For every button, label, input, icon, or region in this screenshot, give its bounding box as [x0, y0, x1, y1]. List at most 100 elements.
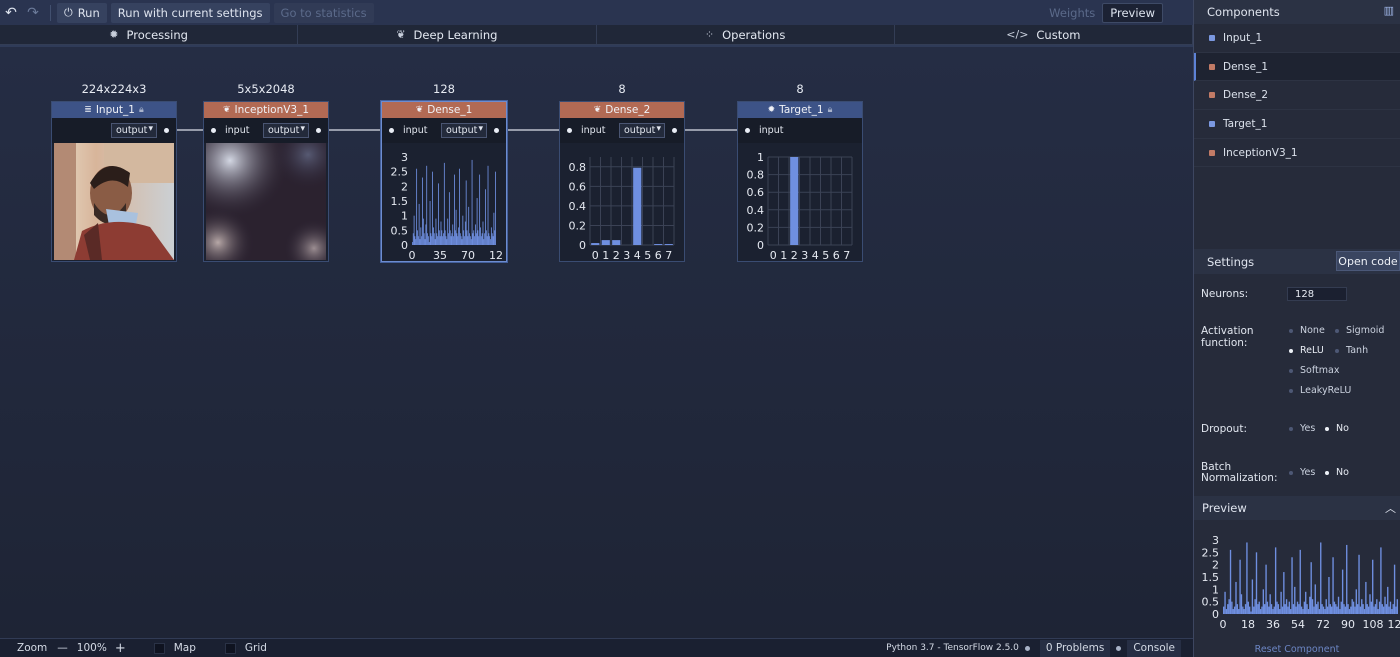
redo-icon[interactable]: ↷: [22, 3, 44, 23]
chart-bar: [1261, 606, 1263, 614]
x-tick-label: 0: [409, 249, 416, 260]
activation-softmax-radio[interactable]: Softmax: [1289, 365, 1339, 376]
output-port[interactable]: [316, 128, 321, 133]
output-port[interactable]: [164, 128, 169, 133]
tab-custom[interactable]: </> Custom: [894, 25, 1193, 45]
node-dense-1[interactable]: 128 ❦ Dense_1 input output 3 2.52 1.5 10.5 0…: [381, 82, 507, 262]
collapse-panel-icon[interactable]: ▥: [1384, 4, 1394, 17]
activation-label-line1: Activation: [1201, 325, 1254, 337]
node-title: Input_1: [95, 104, 135, 116]
chart-bar: [412, 242, 413, 245]
neurons-input[interactable]: 128: [1287, 287, 1347, 301]
preview-header[interactable]: Preview ︿: [1194, 496, 1400, 520]
node-title: Dense_2: [605, 104, 651, 116]
node-header[interactable]: ≣ Input_1 🔒︎: [52, 102, 176, 118]
chart-bar: [1287, 606, 1289, 614]
output-select[interactable]: output: [619, 123, 665, 138]
chevron-up-icon[interactable]: ︿: [1385, 500, 1396, 516]
console-button[interactable]: Console: [1127, 639, 1181, 657]
component-dense-1[interactable]: Dense_1: [1194, 52, 1400, 82]
chart-bar: [1313, 606, 1315, 614]
output-port[interactable]: [672, 128, 677, 133]
chart-bar: [1370, 601, 1373, 614]
node-header[interactable]: ❦ InceptionV3_1: [204, 102, 328, 118]
category-tabs: ✹ Processing ❦ Deep Learning ⁘ Operations <…: [0, 25, 1193, 45]
node-dimension: 224x224x3: [81, 82, 147, 96]
dropout-no-radio[interactable]: No: [1325, 423, 1349, 434]
input-port[interactable]: [567, 128, 572, 133]
activation-tanh-radio[interactable]: Tanh: [1335, 345, 1368, 356]
chart-bar: [465, 180, 467, 245]
output-port[interactable]: [494, 128, 499, 133]
chart-bar: [1310, 562, 1312, 614]
map-checkbox[interactable]: [153, 642, 165, 654]
node-target-1[interactable]: 8 ✹ Target_1 🔒︎ input 1 0.8 0.6 0.4 0.2 0 0 1 2 3…: [737, 82, 863, 262]
open-code-button[interactable]: Open code: [1336, 251, 1400, 271]
x-tick-label: 3: [801, 249, 808, 260]
node-inceptionv3-1[interactable]: 5x5x2048 ❦ InceptionV3_1 input output: [203, 82, 329, 262]
input-port[interactable]: [211, 128, 216, 133]
output-select[interactable]: output: [441, 123, 487, 138]
component-inceptionv3-1[interactable]: InceptionV3_1: [1194, 139, 1400, 168]
chart-bar: [449, 230, 451, 245]
chart-bar: [493, 212, 495, 245]
batchnorm-no-radio[interactable]: No: [1325, 467, 1349, 478]
chart-bar: [1356, 604, 1359, 614]
run-with-current-settings-button[interactable]: Run with current settings: [110, 2, 270, 23]
node-ports: input output: [560, 118, 684, 143]
output-select[interactable]: output: [111, 123, 157, 138]
map-toggle[interactable]: Map: [153, 642, 196, 654]
chart-bar: [448, 192, 450, 245]
undo-icon[interactable]: ↶: [0, 3, 22, 23]
node-header[interactable]: ✹ Target_1 🔒︎: [738, 102, 862, 118]
preview-button[interactable]: Preview: [1102, 2, 1163, 23]
node-dense-2[interactable]: 8 ❦ Dense_2 input output 0.80.60.40.2001…: [559, 82, 685, 262]
tab-processing[interactable]: ✹ Processing: [0, 25, 299, 45]
problems-button[interactable]: 0 Problems: [1039, 639, 1111, 657]
input-port[interactable]: [745, 128, 750, 133]
activation-sigmoid-radio[interactable]: Sigmoid: [1335, 325, 1384, 336]
radio-dot: [1289, 368, 1293, 373]
grid-checkbox[interactable]: [224, 642, 236, 654]
component-label: Dense_1: [1223, 60, 1269, 73]
weights-label: Weights: [1049, 5, 1096, 20]
node-input-1[interactable]: 224x224x3 ≣ Input_1 🔒︎ output: [51, 82, 177, 262]
gear-icon: ✹: [109, 28, 119, 41]
batchnorm-yes-radio[interactable]: Yes: [1289, 467, 1315, 478]
chart-bar: [480, 236, 482, 245]
tab-operations[interactable]: ⁘ Operations: [596, 25, 895, 45]
radio-dot: [1289, 388, 1293, 393]
y-tick-label: 0: [401, 239, 408, 252]
network-canvas[interactable]: 224x224x3 ≣ Input_1 🔒︎ output ▾ 5x5x2048…: [0, 47, 1193, 638]
output-select[interactable]: output: [263, 123, 309, 138]
lock-icon[interactable]: 🔒︎: [139, 105, 144, 115]
component-target-1[interactable]: Target_1: [1194, 110, 1400, 139]
component-input-1[interactable]: Input_1: [1194, 24, 1400, 53]
reset-component-button[interactable]: Reset Component: [1194, 644, 1400, 655]
node-header[interactable]: ❦ Dense_1: [382, 102, 506, 118]
node-header[interactable]: ❦ Dense_2: [560, 102, 684, 118]
tab-deep-learning[interactable]: ❦ Deep Learning: [298, 25, 597, 45]
chart-bar: [483, 239, 485, 245]
component-dense-2[interactable]: Dense_2: [1194, 81, 1400, 111]
chart-bar: [488, 233, 490, 245]
input-port[interactable]: [389, 128, 394, 133]
go-to-statistics-button[interactable]: Go to statistics: [273, 2, 374, 23]
dropout-label: Dropout:: [1201, 423, 1247, 435]
run-button[interactable]: ⏻ Run: [57, 2, 107, 23]
chart-bar: [654, 244, 663, 245]
activation-relu-radio[interactable]: ReLU: [1289, 345, 1324, 356]
activation-none-radio[interactable]: None: [1289, 325, 1325, 336]
chart-bar: [438, 230, 440, 245]
dropout-yes-radio[interactable]: Yes: [1289, 423, 1315, 434]
x-tick-label: 2: [613, 249, 620, 260]
zoom-out-button[interactable]: —: [57, 642, 68, 654]
weights-button[interactable]: Weights: [1042, 3, 1102, 23]
chart-bar: [1376, 599, 1378, 614]
activation-leakyrelu-radio[interactable]: LeakyReLU: [1289, 385, 1351, 396]
zoom-in-button[interactable]: +: [115, 641, 126, 656]
input-label: input: [225, 125, 250, 136]
lock-icon[interactable]: 🔒︎: [828, 105, 833, 115]
grid-toggle[interactable]: Grid: [224, 642, 267, 654]
chart-bar: [485, 189, 486, 245]
